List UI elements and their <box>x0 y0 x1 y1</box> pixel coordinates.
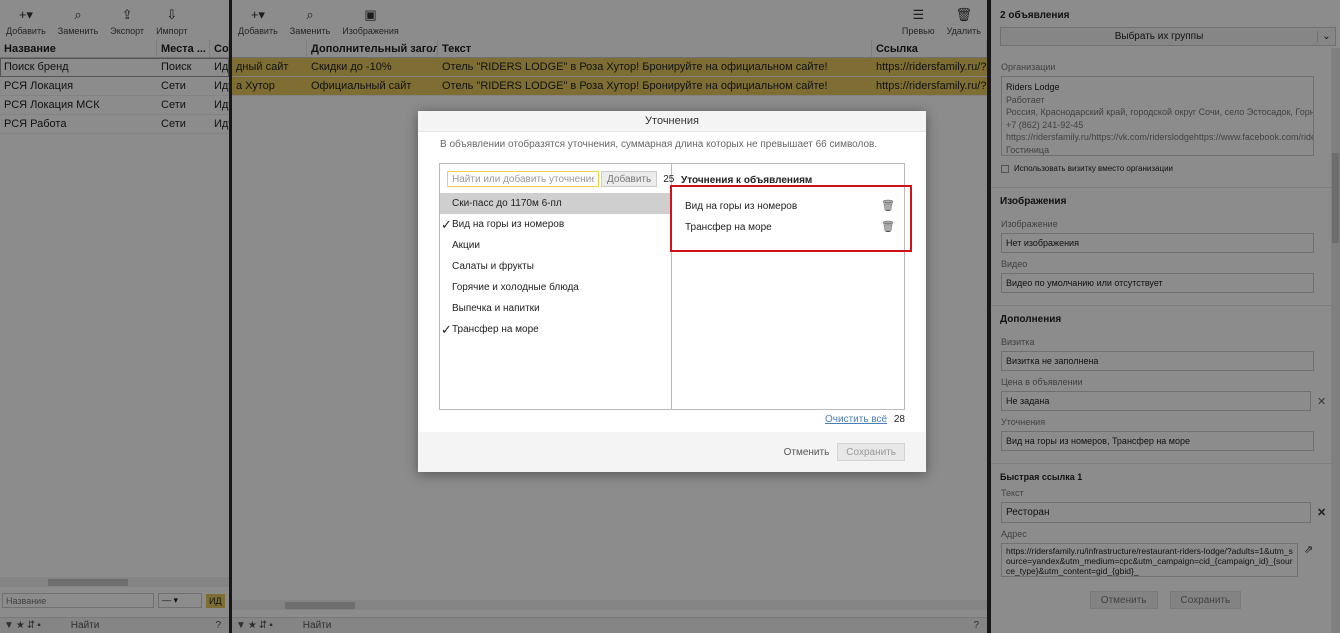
dialog-description: В объявлении отобразятся уточнения, сумм… <box>440 139 878 150</box>
clear-row: Очистить всё 28 <box>825 414 905 425</box>
refinement-option[interactable]: Салаты и фрукты <box>440 256 671 277</box>
refinement-option[interactable]: Выпечка и напитки <box>440 298 671 319</box>
refinement-search-row: Добавить 25 <box>447 171 674 187</box>
refinement-option[interactable]: Ски-пасс до 1170м 6-пл <box>440 193 671 214</box>
refinement-option-label: Ски-пасс до 1170м 6-пл <box>452 198 562 209</box>
cancel-button[interactable]: Отменить <box>784 447 830 458</box>
available-refinements-column: Добавить 25 Ски-пасс до 1170м 6-пл✓Вид н… <box>440 164 674 409</box>
highlight-annotation-box <box>670 185 912 252</box>
selected-length-count: 28 <box>893 414 905 425</box>
refinement-option[interactable]: Горячие и холодные блюда <box>440 277 671 298</box>
clear-all-link[interactable]: Очистить всё <box>825 414 887 425</box>
refinements-dialog: Уточнения В объявлении отобразятся уточн… <box>418 111 926 472</box>
refinement-option-label: Горячие и холодные блюда <box>452 282 579 293</box>
refinement-option-label: Трансфер на море <box>452 324 539 335</box>
refinement-search-input[interactable] <box>447 171 599 187</box>
checkmark-icon: ✓ <box>441 217 452 232</box>
dialog-title: Уточнения <box>418 111 926 132</box>
checkmark-icon: ✓ <box>441 322 452 337</box>
refinement-option[interactable]: ✓ Трансфер на море <box>440 319 671 340</box>
refinement-option[interactable]: Акции <box>440 235 671 256</box>
refinement-option-label: Акции <box>452 240 480 251</box>
dialog-footer: Отменить Сохранить <box>418 432 926 472</box>
refinement-option-label: Выпечка и напитки <box>452 303 540 314</box>
refinement-option[interactable]: ✓ Вид на горы из номеров <box>440 214 671 235</box>
refinement-option-label: Салаты и фрукты <box>452 261 534 272</box>
add-refinement-button[interactable]: Добавить <box>601 171 658 187</box>
refinement-options-list: Ски-пасс до 1170м 6-пл ✓ Вид на горы из но… <box>440 193 671 340</box>
save-button[interactable]: Сохранить <box>837 443 905 461</box>
refinement-option-label: Вид на горы из номеров <box>452 219 565 230</box>
